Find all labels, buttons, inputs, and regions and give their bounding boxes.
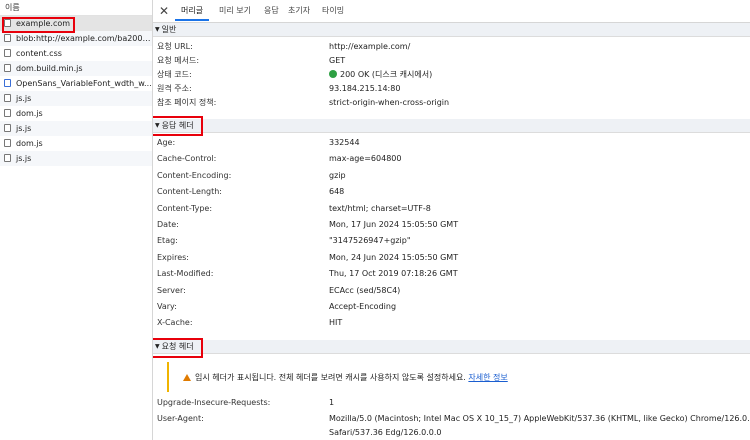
- response-header-key: Age:: [157, 138, 176, 147]
- request-item[interactable]: example.com: [0, 16, 152, 31]
- general-field-value: GET: [329, 56, 346, 65]
- response-header-value: 648: [329, 187, 345, 197]
- general-section-header[interactable]: ▼ 일반: [153, 23, 750, 37]
- tab-timing[interactable]: 타이밍: [316, 0, 350, 21]
- response-header-value: Mon, 24 Jun 2024 15:05:50 GMT: [329, 252, 459, 262]
- warning-icon: [183, 374, 191, 381]
- request-name: dom.js: [16, 109, 43, 118]
- response-header-value: Accept-Encoding: [329, 302, 397, 311]
- request-header-key: User-Agent:: [157, 414, 204, 423]
- request-name: dom.js: [16, 139, 43, 148]
- request-item[interactable]: js.js: [0, 121, 152, 136]
- response-header-key: X-Cache:: [157, 318, 193, 328]
- response-header-key: Cache-Control:: [157, 154, 217, 164]
- learn-more-link[interactable]: 자세한 정보: [468, 373, 507, 382]
- user-agent-continuation: Safari/537.36 Edg/126.0.0.0: [329, 428, 442, 437]
- general-field-value: strict-origin-when-cross-origin: [329, 98, 450, 107]
- font-icon: [4, 79, 11, 87]
- request-header-key: Upgrade-Insecure-Requests:: [157, 398, 271, 407]
- close-icon[interactable]: ✕: [157, 4, 171, 18]
- general-field-key: 참조 페이지 정책:: [157, 98, 217, 107]
- response-header-value: ECAcc (sed/58C4): [329, 285, 401, 295]
- status-ok-icon: [329, 70, 337, 78]
- status-code-text: 200 OK (디스크 캐시에서): [340, 70, 433, 79]
- provisional-headers-warning: 임시 헤더가 표시됩니다. 전체 헤더를 보려면 캐시를 사용하지 않도록 설정…: [167, 362, 750, 392]
- request-list: example.com blob:http://example.com/ba200…: [0, 16, 152, 166]
- response-header-key: Content-Encoding:: [157, 170, 232, 180]
- request-name: js.js: [16, 154, 32, 163]
- general-section-title: 일반: [161, 25, 177, 34]
- request-name: OpenSans_VariableFont_wdth_w...: [16, 79, 152, 88]
- request-header-value: 1: [329, 398, 335, 407]
- request-headers-title: 요청 헤더: [161, 342, 194, 351]
- response-header-value: Thu, 17 Oct 2019 07:18:26 GMT: [329, 269, 458, 279]
- script-icon: [4, 64, 11, 72]
- request-item[interactable]: js.js: [0, 151, 152, 166]
- response-header-key: Etag:: [157, 236, 178, 246]
- request-name: js.js: [16, 124, 32, 133]
- response-header-key: Server:: [157, 285, 186, 295]
- script-icon: [4, 34, 11, 42]
- response-headers-title: 응답 헤더: [161, 121, 194, 130]
- general-field-key: 상태 코드:: [157, 70, 192, 79]
- general-field-value: 93.184.215.14:80: [329, 84, 401, 93]
- response-header-key: Content-Type:: [157, 203, 213, 213]
- request-name: dom.build.min.js: [16, 64, 83, 73]
- response-header-value: max-age=604800: [329, 154, 402, 164]
- request-item[interactable]: js.js: [0, 91, 152, 106]
- script-icon: [4, 109, 11, 117]
- request-item[interactable]: dom.js: [0, 106, 152, 121]
- script-icon: [4, 139, 11, 147]
- tab-headers[interactable]: 머리글: [175, 0, 210, 21]
- response-header-value: Mon, 17 Jun 2024 15:05:50 GMT: [329, 220, 459, 229]
- request-headers-section-header[interactable]: ▼ 요청 헤더: [153, 340, 750, 354]
- name-column-header[interactable]: 이름: [0, 0, 152, 16]
- request-name: example.com: [16, 19, 71, 28]
- general-field-key: 요청 URL:: [157, 42, 193, 51]
- response-header-value: gzip: [329, 170, 346, 180]
- caret-down-icon: ▼: [155, 26, 160, 33]
- request-item[interactable]: dom.js: [0, 136, 152, 151]
- request-name: blob:http://example.com/ba2003...: [16, 34, 152, 43]
- general-field-key: 원격 주소:: [157, 84, 192, 93]
- general-field-value: 200 OK (디스크 캐시에서): [329, 68, 432, 82]
- caret-down-icon: ▼: [155, 343, 160, 350]
- response-header-key: Date:: [157, 220, 179, 229]
- request-item[interactable]: blob:http://example.com/ba2003...: [0, 31, 152, 46]
- script-icon: [4, 94, 11, 102]
- script-icon: [4, 154, 11, 162]
- request-name: js.js: [16, 94, 32, 103]
- response-header-value: HIT: [329, 318, 343, 328]
- document-icon: [4, 19, 11, 27]
- response-header-value: "3147526947+gzip": [329, 236, 411, 246]
- details-tab-bar: ✕ 머리글 미리 보기 응답 초기자 타이밍: [153, 0, 750, 23]
- script-icon: [4, 124, 11, 132]
- general-field-key: 요청 메서드:: [157, 56, 200, 65]
- response-headers-section-header[interactable]: ▼ 응답 헤더: [153, 119, 750, 133]
- response-header-value: text/html; charset=UTF-8: [329, 203, 431, 213]
- general-field-value: http://example.com/: [329, 42, 411, 51]
- request-name: content.css: [16, 49, 62, 58]
- response-header-key: Expires:: [157, 252, 189, 262]
- caret-down-icon: ▼: [155, 122, 160, 129]
- tab-initiator[interactable]: 초기자: [282, 0, 316, 21]
- request-list-panel: 이름 example.com blob:http://example.com/ba…: [0, 0, 153, 440]
- request-item[interactable]: OpenSans_VariableFont_wdth_w...: [0, 76, 152, 91]
- tab-response[interactable]: 응답: [258, 0, 285, 21]
- response-header-value: 332544: [329, 138, 360, 147]
- warning-message: 임시 헤더가 표시됩니다. 전체 헤더를 보려면 캐시를 사용하지 않도록 설정…: [195, 373, 466, 382]
- tab-preview[interactable]: 미리 보기: [213, 0, 257, 21]
- response-header-key: Last-Modified:: [157, 269, 214, 279]
- request-details-panel: ✕ 머리글 미리 보기 응답 초기자 타이밍 ▼ 일반 요청 URL: http:/…: [153, 0, 750, 440]
- request-item[interactable]: dom.build.min.js: [0, 61, 152, 76]
- file-icon: [4, 49, 11, 57]
- request-item[interactable]: content.css: [0, 46, 152, 61]
- response-header-key: Vary:: [157, 302, 177, 311]
- response-header-key: Content-Length:: [157, 187, 222, 197]
- request-header-value: Mozilla/5.0 (Macintosh; Intel Mac OS X 1…: [329, 414, 750, 423]
